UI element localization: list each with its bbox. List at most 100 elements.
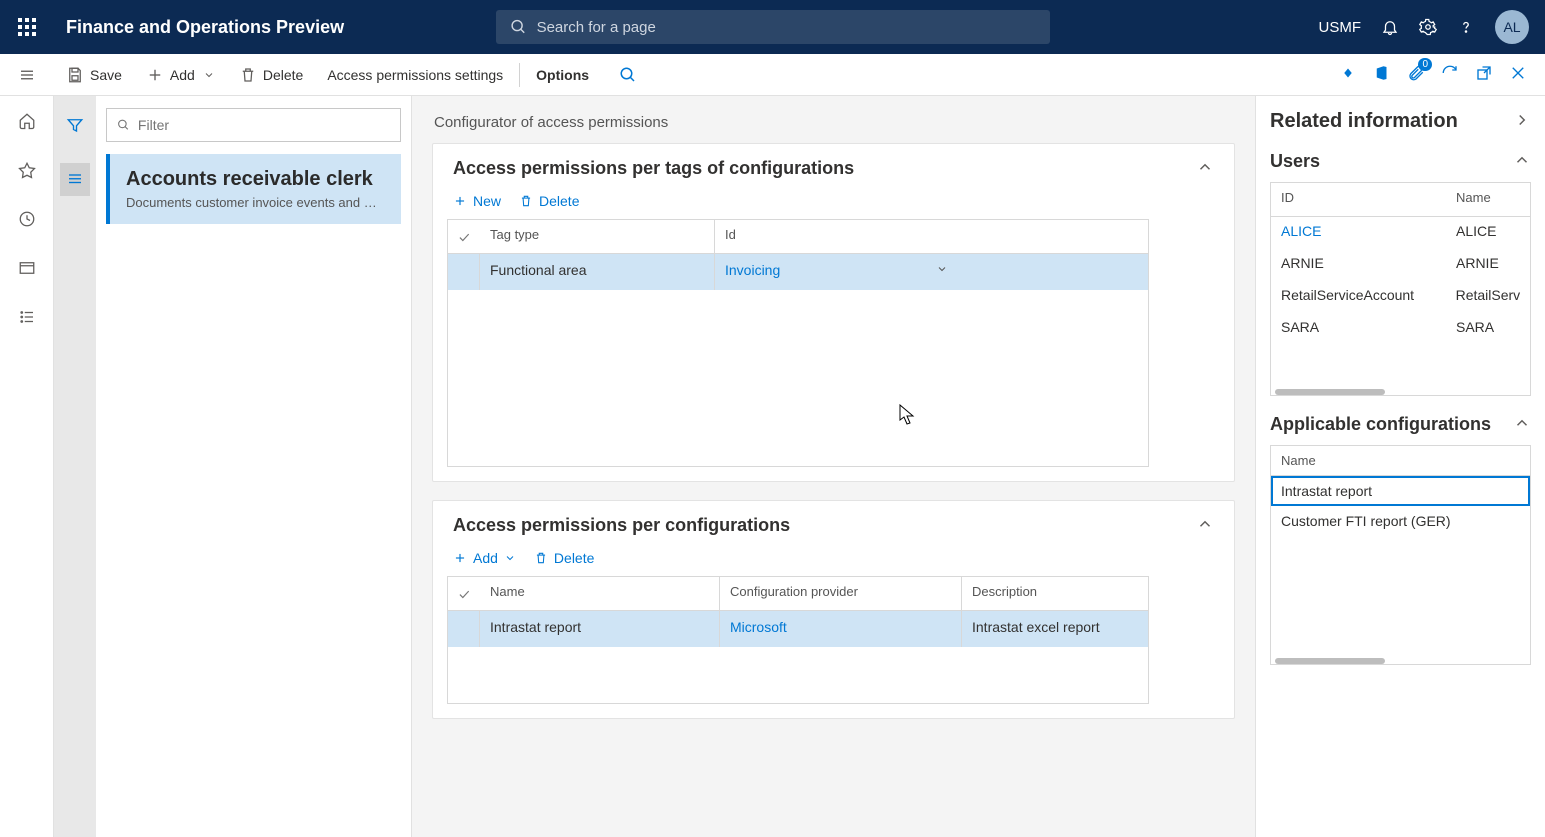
nav-toggle-button[interactable]	[0, 66, 54, 84]
nav-recent-button[interactable]	[18, 210, 36, 231]
applicable-row[interactable]: Customer FTI report (GER)	[1271, 506, 1530, 536]
users-row-id[interactable]: ARNIE	[1271, 249, 1446, 281]
configs-row-checkbox[interactable]	[448, 611, 480, 647]
users-col-id[interactable]: ID	[1271, 183, 1446, 216]
tags-row-checkbox[interactable]	[448, 254, 480, 290]
page-search-button[interactable]	[601, 60, 649, 90]
user-avatar[interactable]: AL	[1495, 10, 1529, 44]
close-page-button[interactable]	[1509, 64, 1527, 85]
configs-col-name[interactable]: Name	[480, 577, 720, 610]
tags-row-id-value: Invoicing	[725, 262, 780, 278]
nav-home-button[interactable]	[18, 112, 36, 133]
save-icon	[66, 66, 84, 84]
role-list-item[interactable]: Accounts receivable clerk Documents cust…	[106, 154, 401, 224]
users-grid: ID Name ALICE ALICE ARNIE ARNIE RetailSe…	[1270, 182, 1531, 396]
app-launcher-button[interactable]	[0, 18, 54, 36]
configs-row-provider[interactable]: Microsoft	[720, 611, 962, 647]
global-search-input[interactable]	[537, 19, 1036, 36]
list-filter-field[interactable]	[138, 117, 390, 133]
attachments-button[interactable]: 0	[1407, 64, 1425, 85]
tags-section-collapse[interactable]	[1196, 158, 1214, 179]
list-tool-button[interactable]	[60, 163, 90, 196]
list-filter-input[interactable]	[106, 108, 401, 142]
configs-col-provider[interactable]: Configuration provider	[720, 577, 962, 610]
configs-delete-button[interactable]: Delete	[534, 550, 594, 566]
search-icon	[510, 18, 527, 36]
modules-icon	[18, 308, 36, 326]
applicable-col-name[interactable]: Name	[1270, 445, 1531, 475]
check-icon	[457, 587, 471, 601]
settings-button[interactable]	[1419, 18, 1437, 36]
permissions-button[interactable]: Access permissions settings	[315, 61, 515, 89]
app-title: Finance and Operations Preview	[54, 17, 344, 38]
global-search[interactable]	[496, 10, 1050, 44]
tags-delete-button[interactable]: Delete	[519, 193, 579, 209]
nav-workspaces-button[interactable]	[18, 259, 36, 280]
tags-grid-empty-space	[448, 290, 1148, 466]
related-info-expand[interactable]	[1513, 111, 1531, 132]
nav-favorites-button[interactable]	[18, 161, 36, 182]
legal-entity-label[interactable]: USMF	[1319, 19, 1362, 36]
separator	[519, 63, 520, 87]
users-section-collapse[interactable]	[1513, 151, 1531, 172]
office-button[interactable]	[1373, 64, 1391, 85]
popout-button[interactable]	[1475, 64, 1493, 85]
check-icon	[457, 230, 471, 244]
save-button[interactable]: Save	[54, 60, 134, 90]
users-row[interactable]: ALICE ALICE	[1271, 217, 1530, 249]
users-row-id[interactable]: ALICE	[1271, 217, 1446, 249]
tags-col-id[interactable]: Id	[715, 220, 958, 253]
tags-row-id[interactable]: Invoicing	[715, 254, 958, 290]
users-row-name: SARA	[1446, 313, 1504, 345]
users-row-id[interactable]: RetailServiceAccount	[1271, 281, 1446, 313]
chevron-up-icon	[1196, 515, 1214, 533]
delete-button[interactable]: Delete	[227, 60, 315, 90]
applicable-row[interactable]: Intrastat report	[1271, 476, 1530, 506]
filter-icon	[66, 116, 84, 134]
users-row-id[interactable]: SARA	[1271, 313, 1446, 345]
add-button[interactable]: Add	[134, 60, 227, 90]
list-icon	[66, 169, 84, 187]
tags-section-title: Access permissions per tags of configura…	[453, 158, 854, 179]
applicable-section-collapse[interactable]	[1513, 414, 1531, 435]
configs-grid-empty-space	[448, 647, 1148, 703]
diamond-icon	[1339, 64, 1357, 82]
tags-row-tagtype[interactable]: Functional area	[480, 254, 715, 290]
main-content: Configurator of access permissions Acces…	[412, 96, 1255, 837]
nav-modules-button[interactable]	[18, 308, 36, 329]
help-button[interactable]	[1457, 18, 1475, 36]
scrollbar-horizontal[interactable]	[1275, 389, 1385, 395]
plus-icon	[453, 551, 467, 565]
configs-add-button[interactable]: Add	[453, 550, 516, 566]
trash-icon	[534, 551, 548, 565]
configs-row-name[interactable]: Intrastat report	[480, 611, 720, 647]
configs-grid-select-all[interactable]	[448, 577, 480, 610]
configs-col-desc[interactable]: Description	[962, 577, 1147, 610]
configs-section-collapse[interactable]	[1196, 515, 1214, 536]
configs-grid-row[interactable]: Intrastat report Microsoft Intrastat exc…	[448, 611, 1148, 647]
bell-icon	[1381, 18, 1399, 36]
chevron-down-icon	[504, 552, 516, 564]
trash-icon	[239, 66, 257, 84]
filter-tool-button[interactable]	[60, 110, 90, 143]
related-info-title: Related information	[1270, 110, 1458, 133]
configs-section: Access permissions per configurations Ad…	[432, 500, 1235, 719]
related-info-panel: Related information Users ID Name ALICE …	[1255, 96, 1545, 837]
tags-col-tagtype[interactable]: Tag type	[480, 220, 715, 253]
question-icon	[1457, 18, 1475, 36]
tags-new-button[interactable]: New	[453, 193, 501, 209]
tags-grid-row[interactable]: Functional area Invoicing	[448, 254, 1148, 290]
chevron-up-icon	[1513, 151, 1531, 169]
power-apps-button[interactable]	[1339, 64, 1357, 85]
configs-row-desc[interactable]: Intrastat excel report	[962, 611, 1147, 647]
tags-delete-label: Delete	[539, 193, 579, 209]
notifications-button[interactable]	[1381, 18, 1399, 36]
options-button[interactable]: Options	[524, 61, 601, 89]
scrollbar-horizontal[interactable]	[1275, 658, 1385, 664]
users-row[interactable]: SARA SARA	[1271, 313, 1530, 345]
tags-grid-select-all[interactable]	[448, 220, 480, 253]
users-col-name[interactable]: Name	[1446, 183, 1501, 216]
refresh-button[interactable]	[1441, 64, 1459, 85]
users-row[interactable]: ARNIE ARNIE	[1271, 249, 1530, 281]
users-row[interactable]: RetailServiceAccount RetailServ	[1271, 281, 1530, 313]
